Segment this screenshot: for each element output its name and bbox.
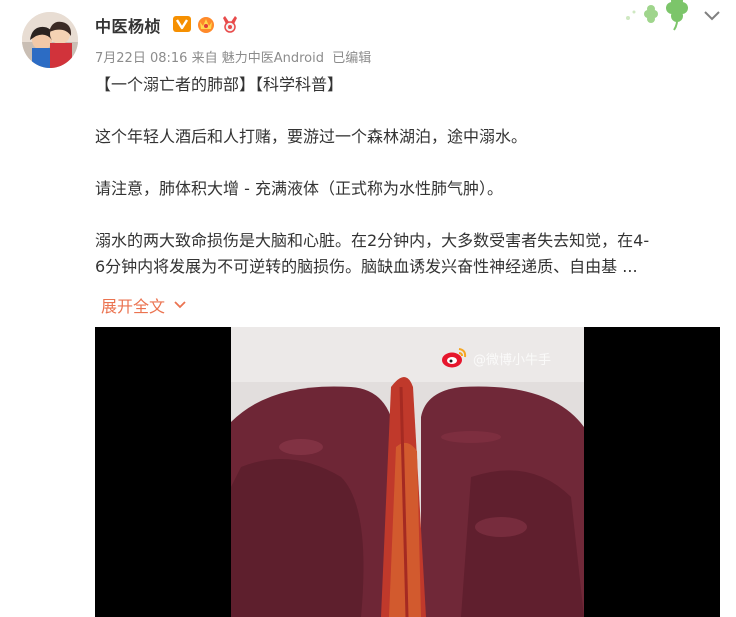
post-video[interactable]: @微博小牛手 [95, 327, 720, 617]
clover-decoration-icon [626, 0, 688, 31]
post-source[interactable]: 魅力中医Android [222, 51, 324, 66]
post-tags: 【一个溺亡者的肺部】【科学科普】 [95, 75, 344, 94]
verified-v-icon[interactable] [172, 14, 192, 34]
source-prefix: 来自 [191, 51, 218, 66]
edited-label[interactable]: 已编辑 [332, 51, 371, 66]
post-paragraph-3-line-1: 溺水的两大致命损伤是大脑和心脏。在2分钟内，大多数受害者失去知觉，在4- [95, 231, 650, 250]
post-menu-chevron-icon[interactable] [700, 6, 724, 26]
expand-label[interactable]: 展开全文 [101, 293, 165, 317]
author-name[interactable]: 中医杨桢 [95, 13, 161, 37]
post-paragraph-1: 这个年轻人酒后和人打赌，要游过一个森林湖泊，途中溺水。 [95, 127, 528, 146]
avatar[interactable] [22, 12, 78, 68]
medal-badge-icon[interactable] [220, 14, 240, 34]
expand-full-text-link[interactable]: 展开全文 [101, 293, 187, 317]
post-paragraph-2: 请注意，肺体积大增 - 充满液体（正式称为水性肺气肿）。 [95, 179, 503, 198]
video-watermark: @微博小牛手 [441, 347, 551, 369]
post-timestamp[interactable]: 7月22日 08:16 [95, 51, 187, 66]
post-meta: 7月22日 08:16 来自 魅力中医Android 已编辑 [95, 47, 371, 66]
watermark-text: @微博小牛手 [473, 352, 552, 368]
weibo-logo-icon [442, 348, 467, 368]
post-paragraph-3-line-2: 6分钟内将发展为不可逆转的脑损伤。脑缺血诱发兴奋性神经递质、自由基 ... [95, 257, 638, 276]
author-badges [172, 14, 240, 34]
crown-badge-icon[interactable] [196, 14, 216, 34]
video-frame[interactable]: @微博小牛手 [231, 327, 584, 617]
expand-chevron-icon [174, 301, 186, 309]
post-content: 【一个溺亡者的肺部】【科学科普】 这个年轻人酒后和人打赌，要游过一个森林湖泊，途… [95, 72, 715, 280]
lung-image [231, 327, 584, 617]
